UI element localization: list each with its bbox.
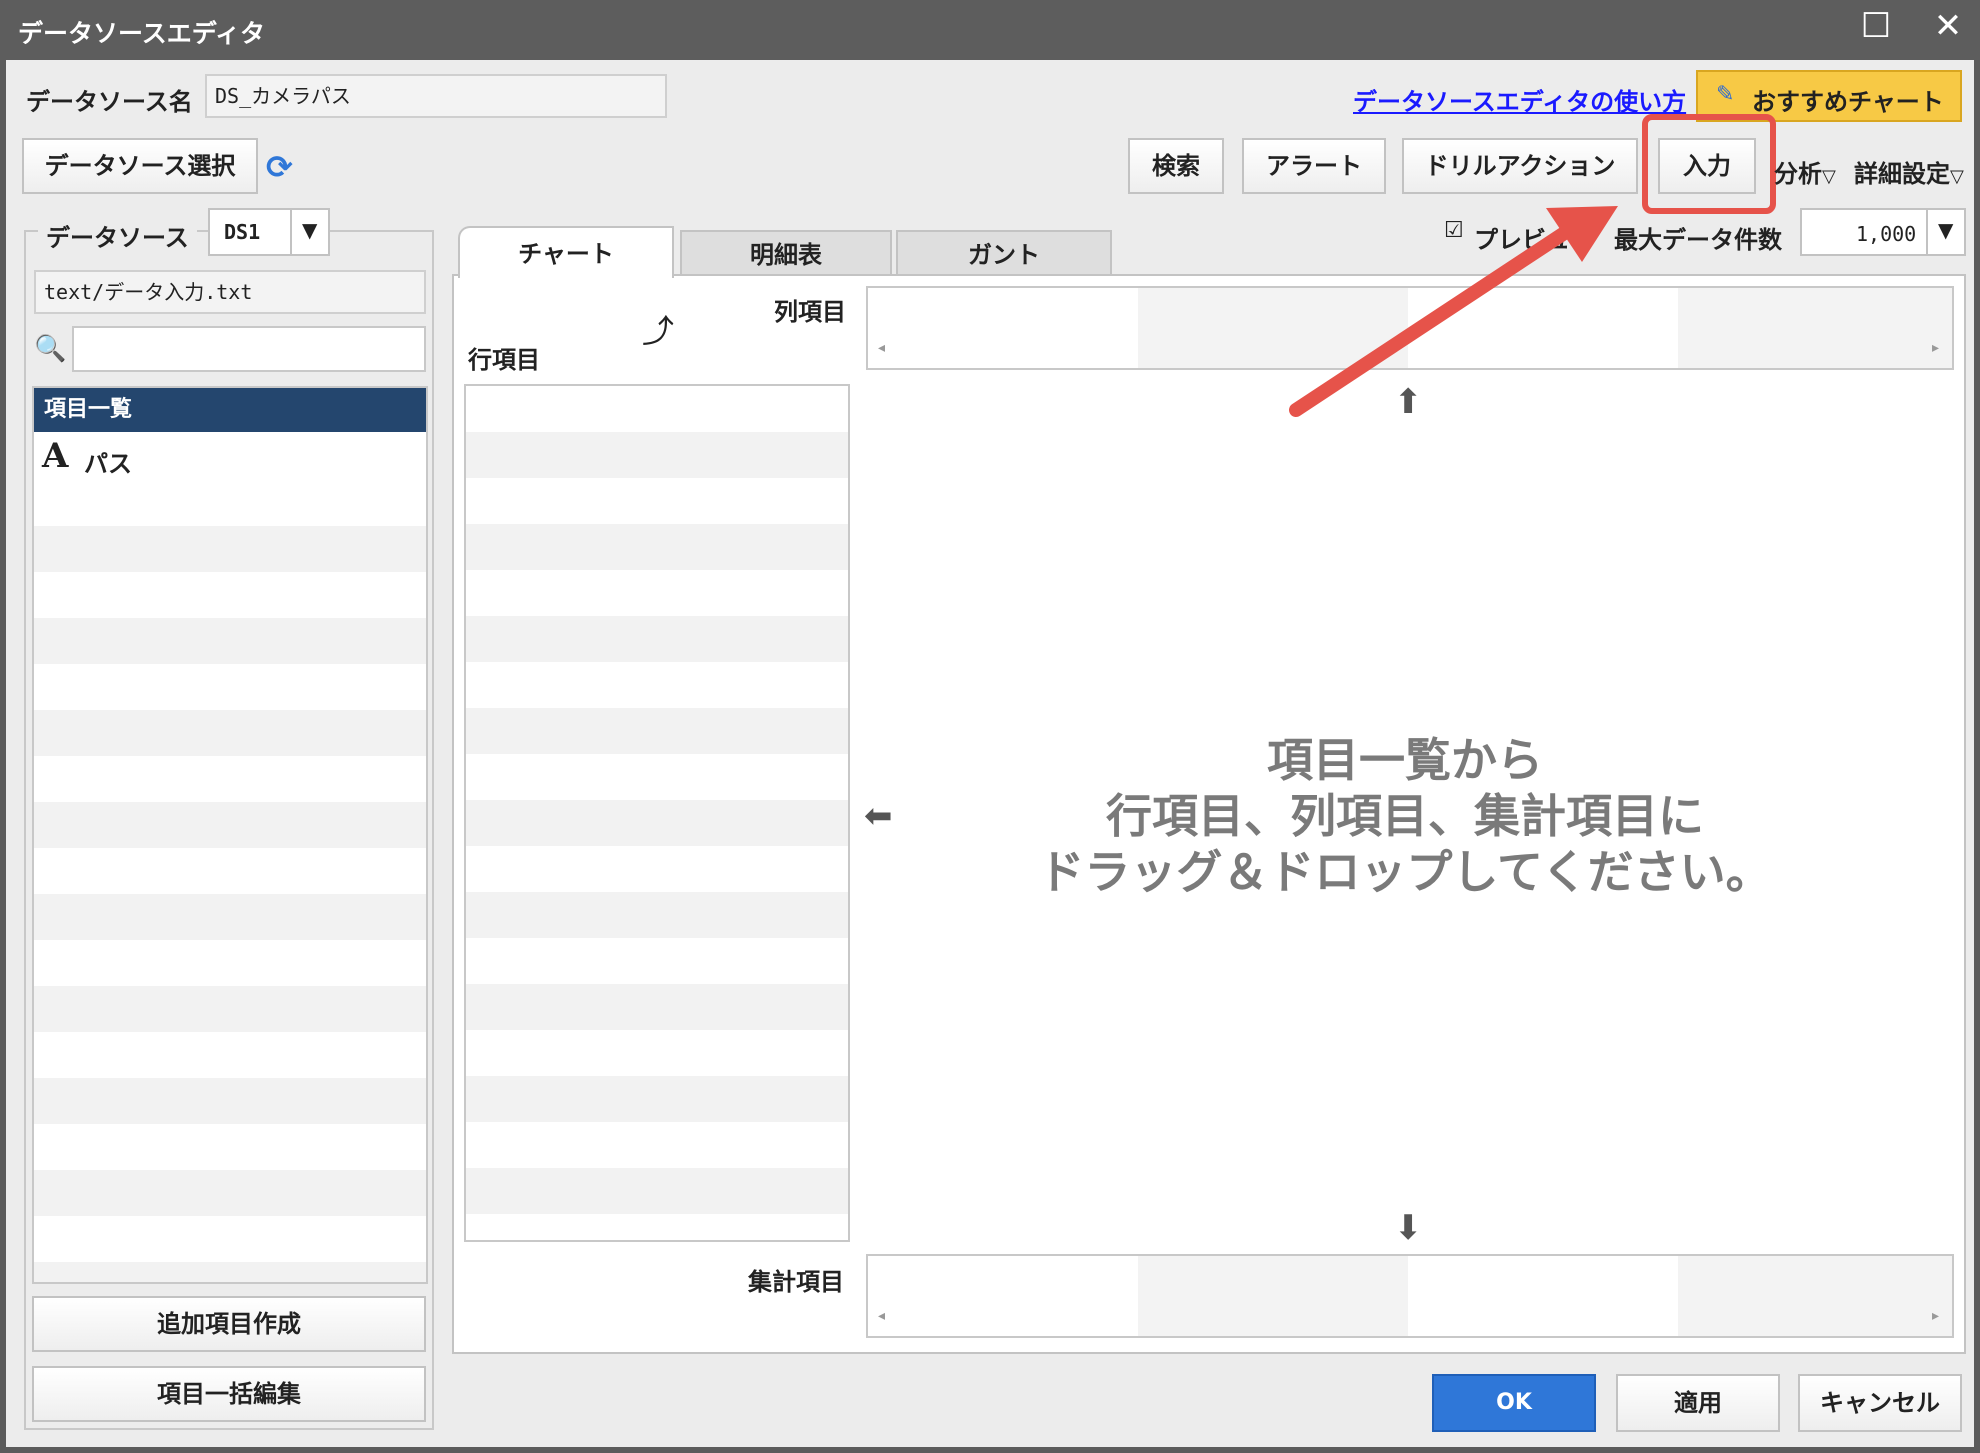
annotation-arrow	[1289, 206, 1618, 417]
tab-chart[interactable]: チャート	[458, 226, 674, 278]
